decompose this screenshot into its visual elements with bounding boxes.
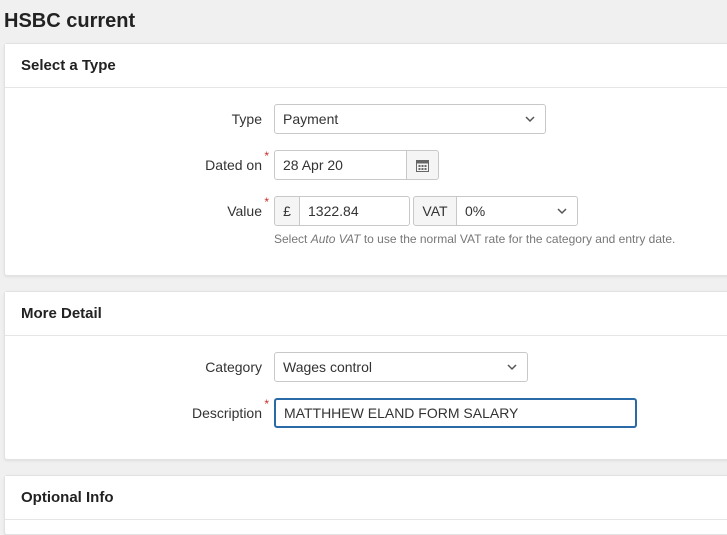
required-marker: *: [264, 195, 269, 209]
dated-on-row: Dated on * 28 Apr 20: [0, 150, 727, 180]
help-text-start: Select: [274, 232, 311, 246]
dated-on-value: 28 Apr 20: [283, 157, 343, 173]
select-type-heading: Select a Type: [5, 44, 727, 88]
page-title: HSBC current: [4, 10, 136, 32]
more-detail-heading: More Detail: [5, 292, 727, 336]
vat-select-value: 0%: [465, 203, 486, 219]
type-select[interactable]: Payment: [274, 104, 546, 134]
value-label-text: Value: [227, 203, 262, 219]
vat-help-text: Select Auto VAT to use the normal VAT ra…: [274, 232, 675, 246]
type-label: Type: [231, 111, 262, 127]
description-input[interactable]: MATTHHEW ELAND FORM SALARY: [274, 398, 637, 428]
value-amount-input[interactable]: 1322.84: [299, 196, 410, 226]
value-label: Value *: [227, 196, 269, 226]
description-row: Description * MATTHHEW ELAND FORM SALARY: [0, 398, 727, 428]
category-label: Category: [205, 359, 262, 375]
required-marker: *: [264, 149, 269, 163]
type-row: Type Payment: [0, 104, 727, 134]
category-select-value: Wages control: [283, 359, 372, 375]
required-marker: *: [264, 397, 269, 411]
dated-on-label-text: Dated on: [205, 157, 262, 173]
chevron-down-icon: [557, 208, 567, 215]
chevron-down-icon: [507, 364, 517, 371]
value-amount: 1322.84: [308, 203, 359, 219]
help-text-auto-vat: Auto VAT: [310, 232, 361, 246]
vat-addon: VAT: [413, 196, 457, 226]
currency-addon: £: [274, 196, 300, 226]
calendar-icon: [416, 159, 429, 172]
optional-info-panel: Optional Info: [4, 475, 727, 535]
help-text-end: to use the normal VAT rate for the categ…: [360, 232, 676, 246]
value-row: Value * £ 1322.84 VAT 0%: [0, 196, 727, 226]
chevron-down-icon: [525, 116, 535, 123]
description-label: Description *: [191, 398, 269, 428]
dated-on-label: Dated on *: [205, 150, 269, 180]
description-value: MATTHHEW ELAND FORM SALARY: [284, 405, 519, 421]
vat-select[interactable]: 0%: [456, 196, 578, 226]
optional-info-heading: Optional Info: [5, 476, 727, 520]
category-row: Category Wages control: [0, 352, 727, 382]
dated-on-input[interactable]: 28 Apr 20: [274, 150, 407, 180]
category-select[interactable]: Wages control: [274, 352, 528, 382]
calendar-button[interactable]: [406, 150, 439, 180]
type-select-value: Payment: [283, 111, 339, 127]
description-label-text: Description: [191, 405, 262, 421]
